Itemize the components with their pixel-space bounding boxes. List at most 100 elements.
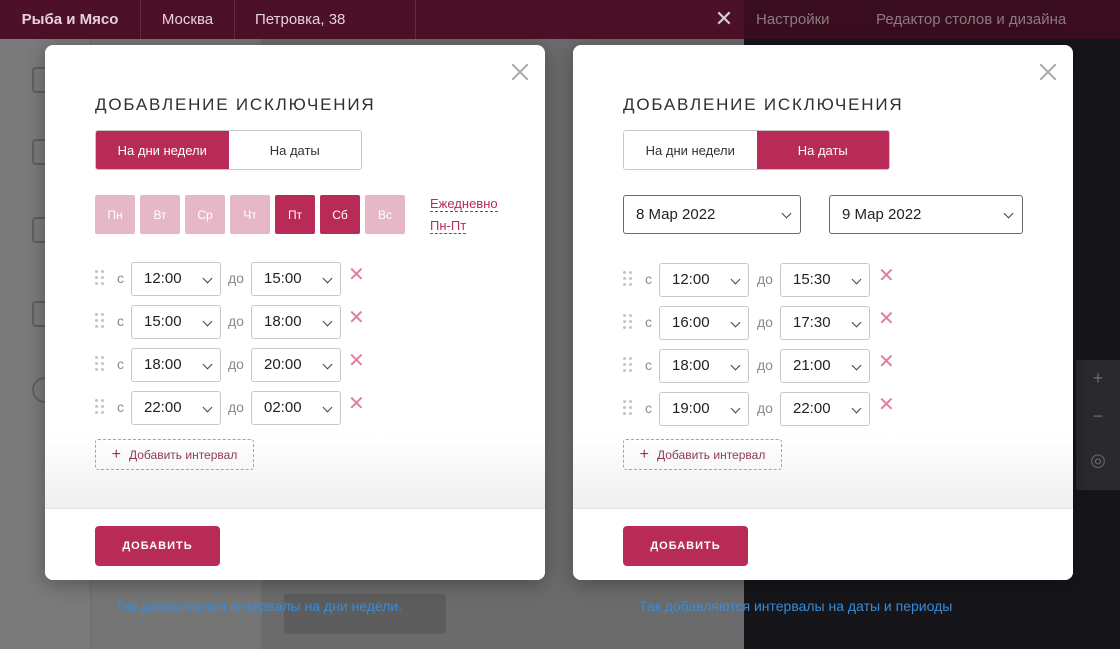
day-fri[interactable]: Пт xyxy=(275,195,315,234)
time-to-value: 17:30 xyxy=(793,314,831,331)
map-controls: + − ◎ xyxy=(1076,360,1120,490)
time-to-select[interactable]: 20:00 xyxy=(251,348,341,382)
add-interval-button[interactable]: + Добавить интервал xyxy=(623,439,782,470)
time-to-value: 15:00 xyxy=(264,270,302,287)
weekday-picker: Пн Вт Ср Чт Пт Сб Вс xyxy=(95,195,410,234)
to-label: до xyxy=(228,399,244,415)
settings-link[interactable]: Настройки xyxy=(756,0,830,39)
interval-row: с 19:00 до 22:00 ✕ xyxy=(623,392,923,426)
drag-handle-icon[interactable] xyxy=(95,313,105,331)
caption-weekdays: Так добавляются интервалы на дни недели. xyxy=(115,598,403,614)
drag-handle-icon[interactable] xyxy=(95,399,105,417)
close-icon[interactable] xyxy=(509,61,531,83)
exception-modal-dates: Добавление исключения На дни недели На д… xyxy=(573,45,1073,580)
tab-dates[interactable]: На даты xyxy=(228,131,361,169)
mode-tabs: На дни недели На даты xyxy=(623,130,890,170)
drag-handle-icon[interactable] xyxy=(623,314,633,332)
time-from-select[interactable]: 15:00 xyxy=(131,305,221,339)
interval-row: с 12:00 до 15:30 ✕ xyxy=(623,263,923,297)
time-from-select[interactable]: 18:00 xyxy=(131,348,221,382)
time-to-select[interactable]: 22:00 xyxy=(780,392,870,426)
to-label: до xyxy=(757,400,773,416)
close-icon[interactable] xyxy=(1037,61,1059,83)
locate-icon[interactable]: ◎ xyxy=(1088,450,1108,470)
address-selector[interactable]: Петровка, 38 xyxy=(235,0,416,39)
tab-weekdays[interactable]: На дни недели xyxy=(96,131,229,169)
time-to-select[interactable]: 18:00 xyxy=(251,305,341,339)
day-wed[interactable]: Ср xyxy=(185,195,225,234)
zoom-out-icon[interactable]: − xyxy=(1088,406,1108,426)
interval-row: с 15:00 до 18:00 ✕ xyxy=(95,305,395,339)
chevron-down-icon xyxy=(851,360,862,371)
mode-tabs: На дни недели На даты xyxy=(95,130,362,170)
chevron-down-icon xyxy=(781,208,792,219)
drag-handle-icon[interactable] xyxy=(623,271,633,289)
date-from-value: 8 Мар 2022 xyxy=(636,206,716,223)
remove-interval-icon[interactable]: ✕ xyxy=(878,352,895,372)
quick-weekdays-link[interactable]: Пн-Пт xyxy=(430,219,467,234)
submit-button[interactable]: ДОБАВИТЬ xyxy=(623,526,748,566)
remove-interval-icon[interactable]: ✕ xyxy=(348,351,365,371)
time-from-select[interactable]: 16:00 xyxy=(659,306,749,340)
remove-interval-icon[interactable]: ✕ xyxy=(348,265,365,285)
remove-interval-icon[interactable]: ✕ xyxy=(348,394,365,414)
to-label: до xyxy=(228,270,244,286)
time-from-select[interactable]: 22:00 xyxy=(131,391,221,425)
day-thu[interactable]: Чт xyxy=(230,195,270,234)
drag-handle-icon[interactable] xyxy=(95,270,105,288)
plus-icon: + xyxy=(639,445,649,463)
drag-handle-icon[interactable] xyxy=(623,400,633,418)
city-selector[interactable]: Москва xyxy=(141,0,235,39)
time-to-value: 02:00 xyxy=(264,399,302,416)
time-from-select[interactable]: 18:00 xyxy=(659,349,749,383)
zoom-in-icon[interactable]: + xyxy=(1088,368,1108,388)
interval-row: с 22:00 до 02:00 ✕ xyxy=(95,391,395,425)
time-from-select[interactable]: 12:00 xyxy=(131,262,221,296)
to-label: до xyxy=(757,357,773,373)
day-sat[interactable]: Сб xyxy=(320,195,360,234)
day-mon[interactable]: Пн xyxy=(95,195,135,234)
to-label: до xyxy=(757,271,773,287)
editor-link[interactable]: Редактор столов и дизайна xyxy=(876,0,1066,39)
to-label: до xyxy=(757,314,773,330)
add-interval-label: Добавить интервал xyxy=(129,447,238,462)
drag-handle-icon[interactable] xyxy=(95,356,105,374)
to-label: до xyxy=(228,313,244,329)
from-label: с xyxy=(645,271,652,287)
brand-name: Рыба и Мясо xyxy=(0,0,141,39)
remove-interval-icon[interactable]: ✕ xyxy=(878,309,895,329)
tab-weekdays[interactable]: На дни недели xyxy=(624,131,757,169)
time-to-select[interactable]: 17:30 xyxy=(780,306,870,340)
from-label: с xyxy=(117,313,124,329)
day-sun[interactable]: Вс xyxy=(365,195,405,234)
date-to-select[interactable]: 9 Мар 2022 xyxy=(829,195,1023,234)
time-from-select[interactable]: 12:00 xyxy=(659,263,749,297)
caption-dates: Так добавляются интервалы на даты и пери… xyxy=(639,598,953,614)
from-label: с xyxy=(117,399,124,415)
interval-row: с 18:00 до 20:00 ✕ xyxy=(95,348,395,382)
time-to-select[interactable]: 21:00 xyxy=(780,349,870,383)
quick-daily-link[interactable]: Ежедневно xyxy=(430,197,498,212)
add-interval-button[interactable]: + Добавить интервал xyxy=(95,439,254,470)
add-interval-label: Добавить интервал xyxy=(657,447,766,462)
drag-handle-icon[interactable] xyxy=(623,357,633,375)
date-from-select[interactable]: 8 Мар 2022 xyxy=(623,195,801,234)
chevron-down-icon xyxy=(322,316,333,327)
from-label: с xyxy=(645,314,652,330)
remove-interval-icon[interactable]: ✕ xyxy=(878,395,895,415)
day-tue[interactable]: Вт xyxy=(140,195,180,234)
time-to-value: 20:00 xyxy=(264,356,302,373)
time-from-select[interactable]: 19:00 xyxy=(659,392,749,426)
time-to-select[interactable]: 02:00 xyxy=(251,391,341,425)
from-label: с xyxy=(117,270,124,286)
remove-interval-icon[interactable]: ✕ xyxy=(878,266,895,286)
submit-button[interactable]: ДОБАВИТЬ xyxy=(95,526,220,566)
time-to-select[interactable]: 15:30 xyxy=(780,263,870,297)
remove-interval-icon[interactable]: ✕ xyxy=(348,308,365,328)
from-label: с xyxy=(645,357,652,373)
interval-row: с 12:00 до 15:00 ✕ xyxy=(95,262,395,296)
time-to-select[interactable]: 15:00 xyxy=(251,262,341,296)
chevron-down-icon xyxy=(730,274,741,285)
background-close-icon[interactable]: ✕ xyxy=(713,8,735,30)
tab-dates[interactable]: На даты xyxy=(756,131,889,169)
